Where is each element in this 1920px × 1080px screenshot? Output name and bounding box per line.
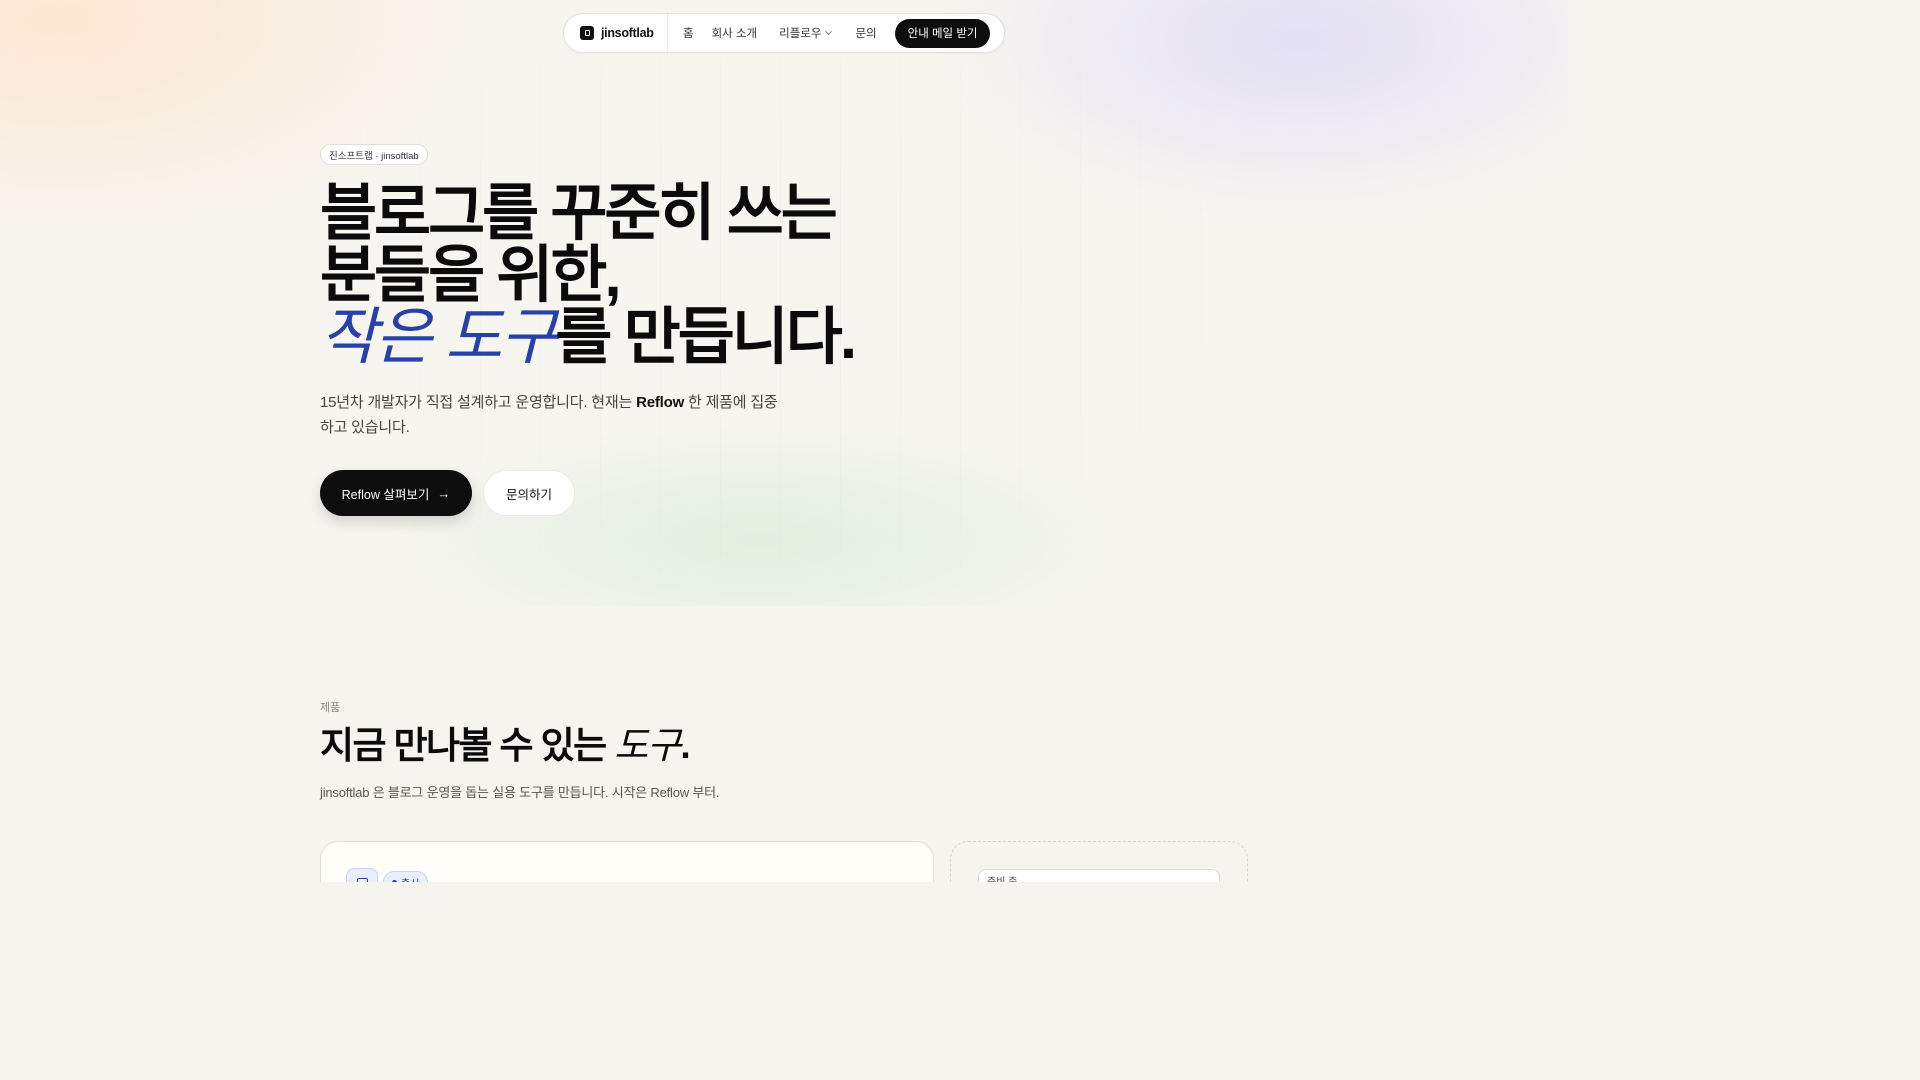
nav-item-reflow-label: 리플로우	[779, 28, 822, 40]
hero-subtitle-product: Reflow	[636, 394, 685, 411]
coming-soon-badge: 준비 중	[978, 869, 1220, 882]
document-icon	[346, 868, 378, 882]
hero-badge: 진소프트랩 · jinsoftlab	[320, 144, 428, 165]
hero-title-line-2: 분들을 위한,	[320, 241, 622, 310]
nav-item-contact[interactable]: 문의	[855, 25, 876, 41]
product-card-reflow[interactable]: 출시	[320, 841, 934, 882]
hero-title-line-3: 작은 도구를 만듭니다.	[320, 307, 857, 369]
chevron-down-icon	[825, 27, 833, 36]
hero-title: 블로그를 꾸준히 쓰는 분들을 위한, 작은 도구를 만듭니다.	[320, 179, 857, 369]
explore-reflow-button[interactable]: Reflow 살펴보기 →	[320, 470, 472, 516]
hero-title-emphasis: 작은 도구	[320, 303, 557, 372]
top-nav: jinsoftlab 홈 회사 소개 리플로우 문의 안내 메일 받기	[563, 13, 1005, 53]
arrow-right-icon: →	[437, 485, 451, 501]
product-card-coming-soon: 준비 중	[950, 841, 1248, 882]
products-section-subtitle: jinsoftlab 은 블로그 운영을 돕는 실용 도구를 만듭니다. 시작은…	[320, 785, 720, 800]
hero-title-line-1: 블로그를 꾸준히 쓰는	[320, 179, 838, 248]
products-title-end: .	[680, 725, 690, 766]
brand-logo-icon	[580, 26, 594, 40]
hero-subtitle-pre: 15년차 개발자가 직접 설계하고 운영합니다. 현재는	[320, 394, 637, 411]
status-dot-icon	[392, 879, 397, 882]
explore-reflow-label: Reflow 살펴보기	[341, 487, 430, 502]
brand-link[interactable]: jinsoftlab	[564, 14, 668, 52]
status-badge-released: 출시	[383, 871, 429, 883]
newsletter-cta-button[interactable]: 안내 메일 받기	[894, 18, 991, 48]
hero-subtitle: 15년차 개발자가 직접 설계하고 운영합니다. 현재는 Reflow 한 제품…	[320, 390, 790, 440]
page: jinsoftlab 홈 회사 소개 리플로우 문의 안내 메일 받기 진소프트…	[0, 0, 1568, 882]
brand-name: jinsoftlab	[601, 26, 654, 40]
hero-title-line-3-rest: 를 만듭니다.	[555, 303, 857, 372]
status-badge-label: 출시	[401, 875, 419, 883]
nav-item-about[interactable]: 회사 소개	[712, 25, 758, 41]
products-title-main: 지금 만나볼 수 있는	[320, 725, 615, 766]
nav-items: 홈 회사 소개 리플로우 문의 안내 메일 받기	[668, 14, 991, 52]
nav-item-reflow-dropdown[interactable]: 리플로우	[779, 25, 833, 41]
products-section-label: 제품	[320, 702, 341, 714]
products-section-title: 지금 만나볼 수 있는 도구.	[320, 724, 691, 768]
contact-button[interactable]: 문의하기	[483, 470, 575, 516]
nav-item-home[interactable]: 홈	[683, 25, 694, 41]
products-title-emphasis: 도구	[614, 725, 681, 766]
